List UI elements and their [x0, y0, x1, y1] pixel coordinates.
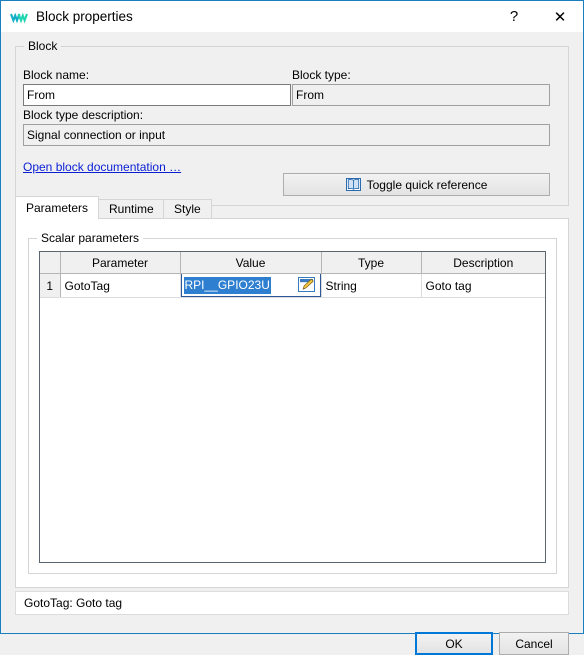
tab-parameters[interactable]: Parameters: [15, 196, 100, 219]
value-editor-text: RPI__GPIO23U: [183, 276, 271, 294]
cell-parameter[interactable]: GotoTag: [60, 273, 181, 298]
cell-value[interactable]: RPI__GPIO23U: [180, 273, 322, 298]
scalar-parameters-table[interactable]: Parameter Value Type Description 1 GotoT…: [39, 251, 546, 563]
toggle-quick-reference-label: Toggle quick reference: [366, 177, 488, 192]
tab-style[interactable]: Style: [163, 199, 212, 218]
row-number[interactable]: 1: [40, 273, 61, 298]
close-button[interactable]: ✕: [537, 1, 583, 32]
table-corner-cell: [40, 252, 61, 274]
table-header-row: Parameter Value Type Description: [40, 252, 545, 274]
block-type-description-label: Block type description:: [23, 108, 144, 122]
block-name-label: Block name:: [23, 68, 90, 82]
tab-parameters-label: Parameters: [26, 201, 89, 215]
scalar-parameters-legend: Scalar parameters: [37, 231, 144, 245]
cell-description[interactable]: Goto tag: [421, 273, 545, 298]
tab-panel-parameters: Scalar parameters Parameter Value Type D…: [15, 218, 569, 588]
dialog-window: Block properties ? ✕ Block Block name: F…: [0, 0, 584, 655]
ok-button-label: OK: [445, 636, 463, 651]
window-title: Block properties: [36, 9, 133, 24]
cancel-button-label: Cancel: [515, 636, 553, 651]
column-header-description[interactable]: Description: [421, 252, 545, 274]
cancel-button[interactable]: Cancel: [499, 632, 569, 655]
help-button[interactable]: ?: [491, 1, 537, 32]
dialog-client-area: Block Block name: From Block type: From …: [2, 32, 583, 655]
value-editor[interactable]: RPI__GPIO23U: [180, 273, 320, 297]
status-bar: GotoTag: Goto tag: [15, 591, 569, 615]
title-bar: Block properties ? ✕: [1, 1, 583, 32]
book-icon: [345, 178, 361, 191]
block-type-value: From: [292, 84, 550, 106]
tab-runtime-label: Runtime: [109, 202, 154, 216]
block-type-label: Block type:: [292, 68, 351, 82]
edit-pencil-icon[interactable]: [297, 276, 317, 294]
column-header-parameter[interactable]: Parameter: [60, 252, 181, 274]
ok-button[interactable]: OK: [415, 632, 493, 655]
tab-runtime[interactable]: Runtime: [98, 199, 165, 218]
column-header-value[interactable]: Value: [180, 252, 322, 274]
app-logo-icon: [10, 12, 28, 23]
column-header-type[interactable]: Type: [321, 252, 422, 274]
block-group-legend: Block: [24, 39, 62, 53]
scalar-parameters-group: Scalar parameters Parameter Value Type D…: [28, 231, 557, 574]
block-type-description-value: Signal connection or input: [23, 124, 550, 146]
table-row[interactable]: 1 GotoTag RPI__GPIO23U String Goto tag: [40, 273, 545, 298]
tab-strip: Parameters Runtime Style: [15, 196, 569, 219]
cell-type[interactable]: String: [321, 273, 422, 298]
open-block-documentation-link[interactable]: Open block documentation …: [23, 160, 181, 174]
toggle-quick-reference-button[interactable]: Toggle quick reference: [283, 173, 550, 196]
block-name-input[interactable]: From: [23, 84, 291, 106]
tab-style-label: Style: [174, 202, 201, 216]
